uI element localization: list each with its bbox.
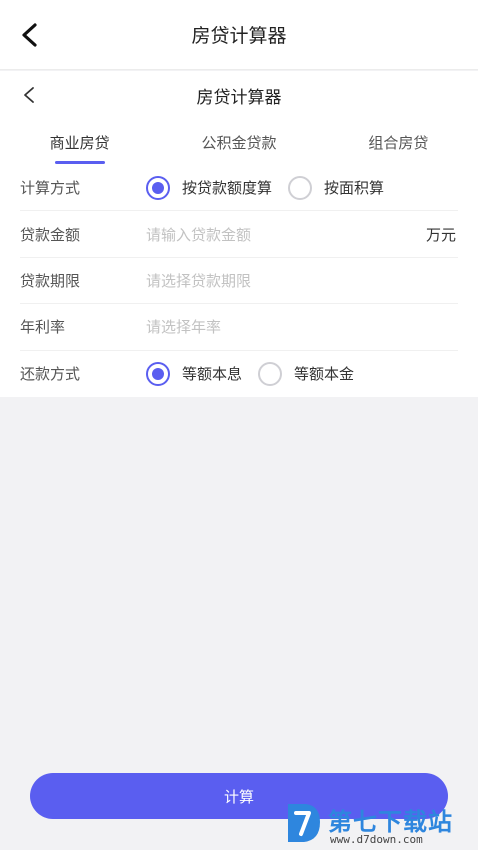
loan-form: 计算方式 按贷款额度算 按面积算 贷款金额 请输入贷款金额 万元 贷款期限 请选… <box>0 165 478 397</box>
repay-method-row: 还款方式 等额本息 等额本金 <box>20 351 458 397</box>
radio-label: 按面积算 <box>324 179 385 198</box>
radio-by-loan-amount[interactable]: 按贷款额度算 <box>146 175 273 200</box>
radio-equal-installment[interactable]: 等额本息 <box>146 361 243 386</box>
watermark-name: 第七下载站 <box>328 808 453 836</box>
loan-amount-unit: 万元 <box>425 225 456 244</box>
loan-amount-label: 贷款金额 <box>20 225 81 244</box>
secondary-nav-bar: 房贷计算器 <box>0 71 478 119</box>
calc-method-row: 计算方式 按贷款额度算 按面积算 <box>20 165 458 212</box>
loan-amount-input[interactable]: 请输入贷款金额 <box>146 224 426 245</box>
sub-title: 房贷计算器 <box>196 87 282 108</box>
rate-row: 年利率 请选择年率 <box>20 304 458 351</box>
watermark-url: www.d7down.com <box>330 833 423 846</box>
tab-commercial-loan[interactable]: 商业房贷 <box>0 119 159 165</box>
radio-label: 按贷款额度算 <box>182 179 273 198</box>
back-arrow-icon[interactable] <box>18 22 42 48</box>
radio-unchecked-icon <box>288 175 313 200</box>
radio-checked-icon <box>146 175 170 200</box>
loan-type-tabs: 商业房贷 公积金贷款 组合房贷 <box>0 119 478 165</box>
radio-label: 等额本息 <box>182 365 243 384</box>
d7-logo-icon <box>288 804 320 842</box>
chevron-left-icon[interactable] <box>22 86 36 104</box>
top-nav-bar: 房贷计算器 <box>0 0 478 70</box>
radio-label: 等额本金 <box>294 365 355 384</box>
tab-label: 组合房贷 <box>368 133 429 152</box>
radio-unchecked-icon <box>258 361 283 386</box>
watermark: 第七下载站 www.d7down.com <box>284 800 474 848</box>
rate-select[interactable]: 请选择年率 <box>146 316 458 337</box>
radio-checked-icon <box>146 361 170 386</box>
loan-term-label: 贷款期限 <box>20 271 81 290</box>
tab-provident-fund-loan[interactable]: 公积金贷款 <box>159 119 318 165</box>
loan-amount-row: 贷款金额 请输入贷款金额 万元 <box>20 211 458 258</box>
calc-method-label: 计算方式 <box>20 179 81 198</box>
repay-method-label: 还款方式 <box>20 365 81 384</box>
radio-equal-principal[interactable]: 等额本金 <box>258 361 355 386</box>
radio-by-area[interactable]: 按面积算 <box>288 175 385 200</box>
loan-term-row: 贷款期限 请选择贷款期限 <box>20 258 458 305</box>
tab-label: 公积金贷款 <box>201 133 277 152</box>
tab-combined-loan[interactable]: 组合房贷 <box>319 119 478 165</box>
page-title: 房贷计算器 <box>191 25 287 47</box>
loan-term-select[interactable]: 请选择贷款期限 <box>146 270 458 291</box>
tab-label: 商业房贷 <box>49 133 110 152</box>
rate-label: 年利率 <box>20 318 66 337</box>
